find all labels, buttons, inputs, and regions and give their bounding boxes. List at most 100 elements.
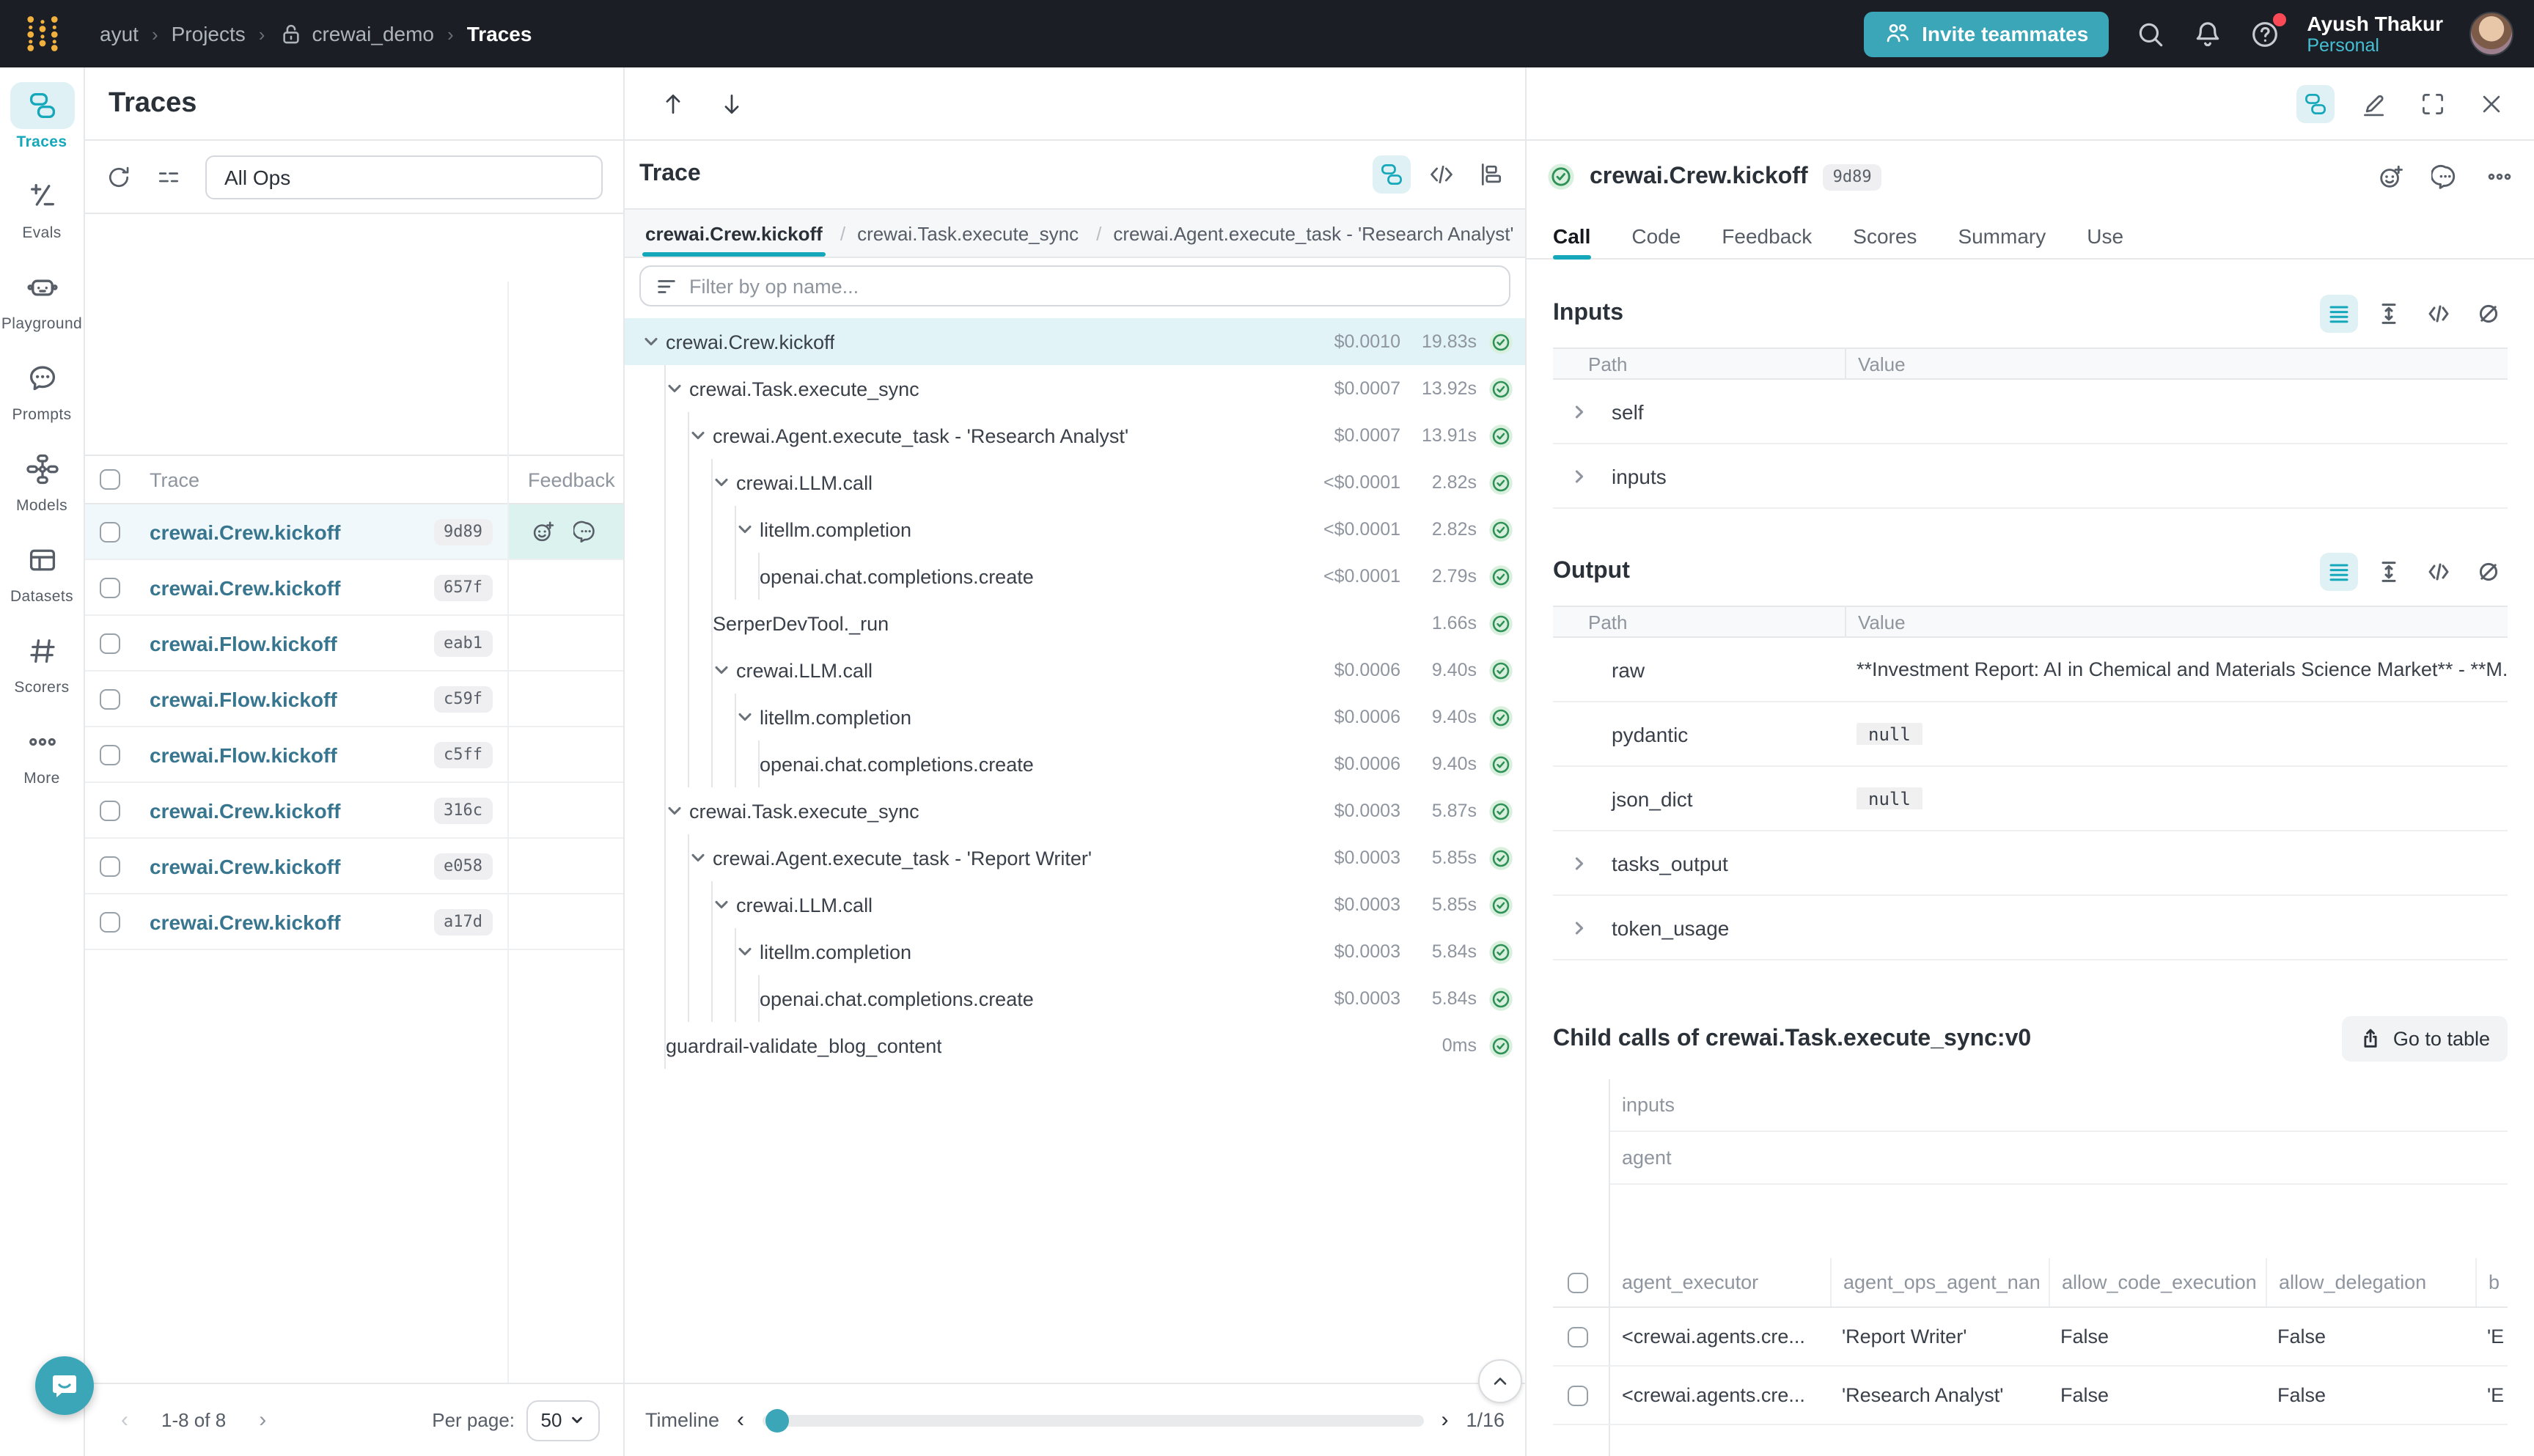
- trace-name-link[interactable]: crewai.Crew.kickoff: [150, 520, 422, 543]
- timeline-next-arrow[interactable]: ›: [1441, 1408, 1448, 1433]
- chevron-down-icon[interactable]: [736, 708, 760, 726]
- call-tree-row[interactable]: openai.chat.completions.create <$0.0001 …: [625, 553, 1525, 600]
- input-row[interactable]: self: [1553, 380, 2508, 444]
- trace-column-header[interactable]: Trace: [129, 468, 507, 490]
- call-detail-tab[interactable]: Summary: [1958, 213, 2046, 258]
- call-tree-row[interactable]: litellm.completion $0.0006 9.40s: [625, 694, 1525, 740]
- output-row[interactable]: token_usage: [1553, 896, 2508, 960]
- call-tree-row[interactable]: crewai.Task.execute_sync $0.0007 13.92s: [625, 365, 1525, 412]
- trace-row[interactable]: crewai.Flow.kickoff c5ff: [85, 727, 623, 783]
- sidebar-item-playground[interactable]: Playground: [0, 264, 84, 333]
- more-options-icon[interactable]: [2486, 163, 2513, 191]
- output-row[interactable]: json_dict null null: [1553, 767, 2508, 831]
- comment-icon[interactable]: [573, 519, 598, 544]
- sidebar-item-scorers[interactable]: Scorers: [0, 628, 84, 696]
- edit-pencil-icon[interactable]: [2355, 84, 2393, 122]
- call-detail-tab[interactable]: Call: [1553, 213, 1590, 258]
- breadcrumb-page[interactable]: Traces: [467, 22, 532, 45]
- trace-row[interactable]: crewai.Crew.kickoff e058: [85, 839, 623, 894]
- timeline-prev-arrow[interactable]: ‹: [737, 1408, 744, 1433]
- breadcrumb-project[interactable]: crewai_demo: [278, 21, 434, 46]
- close-icon[interactable]: [2472, 84, 2511, 122]
- trace-name-link[interactable]: crewai.Crew.kickoff: [150, 576, 422, 599]
- per-page-select[interactable]: 50: [526, 1400, 600, 1441]
- child-call-row[interactable]: <crewai.agents.cre... 'Research Analyst'…: [1553, 1367, 2508, 1425]
- trace-name-link[interactable]: crewai.Crew.kickoff: [150, 910, 422, 933]
- call-tree-row[interactable]: litellm.completion $0.0003 5.84s: [625, 928, 1525, 975]
- output-row[interactable]: tasks_output: [1553, 831, 2508, 896]
- ops-filter-select[interactable]: All Ops: [205, 155, 603, 199]
- user-menu[interactable]: Ayush Thakur Personal: [2307, 12, 2443, 56]
- child-table-column-header[interactable]: allow_delegation: [2266, 1258, 2475, 1306]
- expand-rows-icon[interactable]: [2370, 553, 2408, 591]
- call-detail-tab[interactable]: Scores: [1853, 213, 1917, 258]
- list-view-icon[interactable]: [2320, 295, 2358, 333]
- chevron-down-icon[interactable]: [689, 849, 713, 867]
- input-row[interactable]: inputs: [1553, 444, 2508, 509]
- op-name-filter-input[interactable]: [689, 275, 1494, 297]
- trace-row[interactable]: crewai.Flow.kickoff c59f: [85, 672, 623, 727]
- wandb-logo-icon[interactable]: [23, 15, 62, 53]
- chevron-down-icon[interactable]: [713, 896, 736, 913]
- sidebar-item-traces[interactable]: Traces: [0, 82, 84, 151]
- child-table-column-header[interactable]: b: [2475, 1258, 2508, 1306]
- row-checkbox[interactable]: [100, 744, 120, 765]
- code-view-icon[interactable]: [2420, 295, 2458, 333]
- sidebar-item-evals[interactable]: Evals: [0, 173, 84, 242]
- sidebar-item-models[interactable]: Models: [0, 446, 84, 515]
- call-tree-row[interactable]: openai.chat.completions.create $0.0006 9…: [625, 740, 1525, 787]
- trace-row[interactable]: crewai.Crew.kickoff 657f: [85, 560, 623, 616]
- chevron-down-icon[interactable]: [736, 521, 760, 538]
- code-view-icon[interactable]: [2420, 553, 2458, 591]
- row-checkbox[interactable]: [1568, 1326, 1588, 1347]
- next-call-arrow-icon[interactable]: [719, 90, 745, 117]
- go-to-table-button[interactable]: Go to table: [2342, 1016, 2508, 1062]
- breadcrumb-projects[interactable]: Projects: [172, 22, 246, 45]
- sidebar-item-datasets[interactable]: Datasets: [0, 537, 84, 606]
- help-icon[interactable]: [2250, 18, 2280, 49]
- prev-page-arrow[interactable]: ‹: [109, 1408, 141, 1433]
- chevron-down-icon[interactable]: [689, 427, 713, 444]
- chevron-down-icon[interactable]: [666, 802, 689, 820]
- hide-values-icon[interactable]: [2469, 553, 2508, 591]
- fullscreen-icon[interactable]: [2414, 84, 2452, 122]
- feedback-column-header[interactable]: Feedback: [507, 468, 623, 490]
- notifications-bell-icon[interactable]: [2192, 18, 2223, 49]
- call-tree-row[interactable]: crewai.Task.execute_sync $0.0003 5.87s: [625, 787, 1525, 834]
- hide-values-icon[interactable]: [2469, 295, 2508, 333]
- avatar[interactable]: [2469, 12, 2513, 56]
- call-tree-row[interactable]: guardrail-validate_blog_content 0ms: [625, 1022, 1525, 1069]
- flame-graph-icon[interactable]: [1472, 155, 1510, 194]
- chat-support-bubble[interactable]: [35, 1356, 94, 1415]
- trace-name-link[interactable]: crewai.Flow.kickoff: [150, 743, 422, 766]
- breadcrumb-entity[interactable]: ayut: [100, 22, 139, 45]
- call-tree-row[interactable]: crewai.Agent.execute_task - 'Research An…: [625, 412, 1525, 459]
- search-icon[interactable]: [2135, 18, 2166, 49]
- output-row[interactable]: pydantic null null: [1553, 702, 2508, 767]
- trace-row[interactable]: crewai.Crew.kickoff 316c: [85, 783, 623, 839]
- chevron-down-icon[interactable]: [642, 333, 666, 350]
- timeline-slider-thumb[interactable]: [765, 1408, 788, 1432]
- call-tree-row[interactable]: crewai.Crew.kickoff $0.0010 19.83s: [625, 318, 1525, 365]
- refresh-icon[interactable]: [106, 163, 132, 190]
- select-all-checkbox[interactable]: [1568, 1272, 1588, 1293]
- previous-call-arrow-icon[interactable]: [660, 90, 686, 117]
- call-detail-tab[interactable]: Feedback: [1722, 213, 1812, 258]
- call-tree-row[interactable]: crewai.Agent.execute_task - 'Report Writ…: [625, 834, 1525, 881]
- call-tree-row[interactable]: crewai.LLM.call $0.0003 5.85s: [625, 881, 1525, 928]
- child-table-column-header[interactable]: agent_executor: [1610, 1258, 1830, 1306]
- tree-view-icon[interactable]: [1373, 155, 1411, 194]
- sidebar-item-prompts[interactable]: Prompts: [0, 355, 84, 424]
- chevron-right-icon[interactable]: [1571, 467, 1588, 485]
- output-row[interactable]: raw **Investment Report: AI in Chemical …: [1553, 638, 2508, 702]
- detail-tree-view-icon[interactable]: [2296, 84, 2335, 122]
- call-detail-tab[interactable]: Code: [1631, 213, 1681, 258]
- trace-name-link[interactable]: crewai.Flow.kickoff: [150, 687, 422, 710]
- child-table-column-header[interactable]: agent_ops_agent_nan: [1830, 1258, 2049, 1306]
- chevron-right-icon[interactable]: [1571, 919, 1588, 936]
- chevron-down-icon[interactable]: [713, 661, 736, 679]
- chevron-right-icon[interactable]: [1571, 854, 1588, 872]
- next-page-arrow[interactable]: ›: [246, 1408, 279, 1433]
- expand-rows-icon[interactable]: [2370, 295, 2408, 333]
- call-tree-row[interactable]: crewai.LLM.call <$0.0001 2.82s: [625, 459, 1525, 506]
